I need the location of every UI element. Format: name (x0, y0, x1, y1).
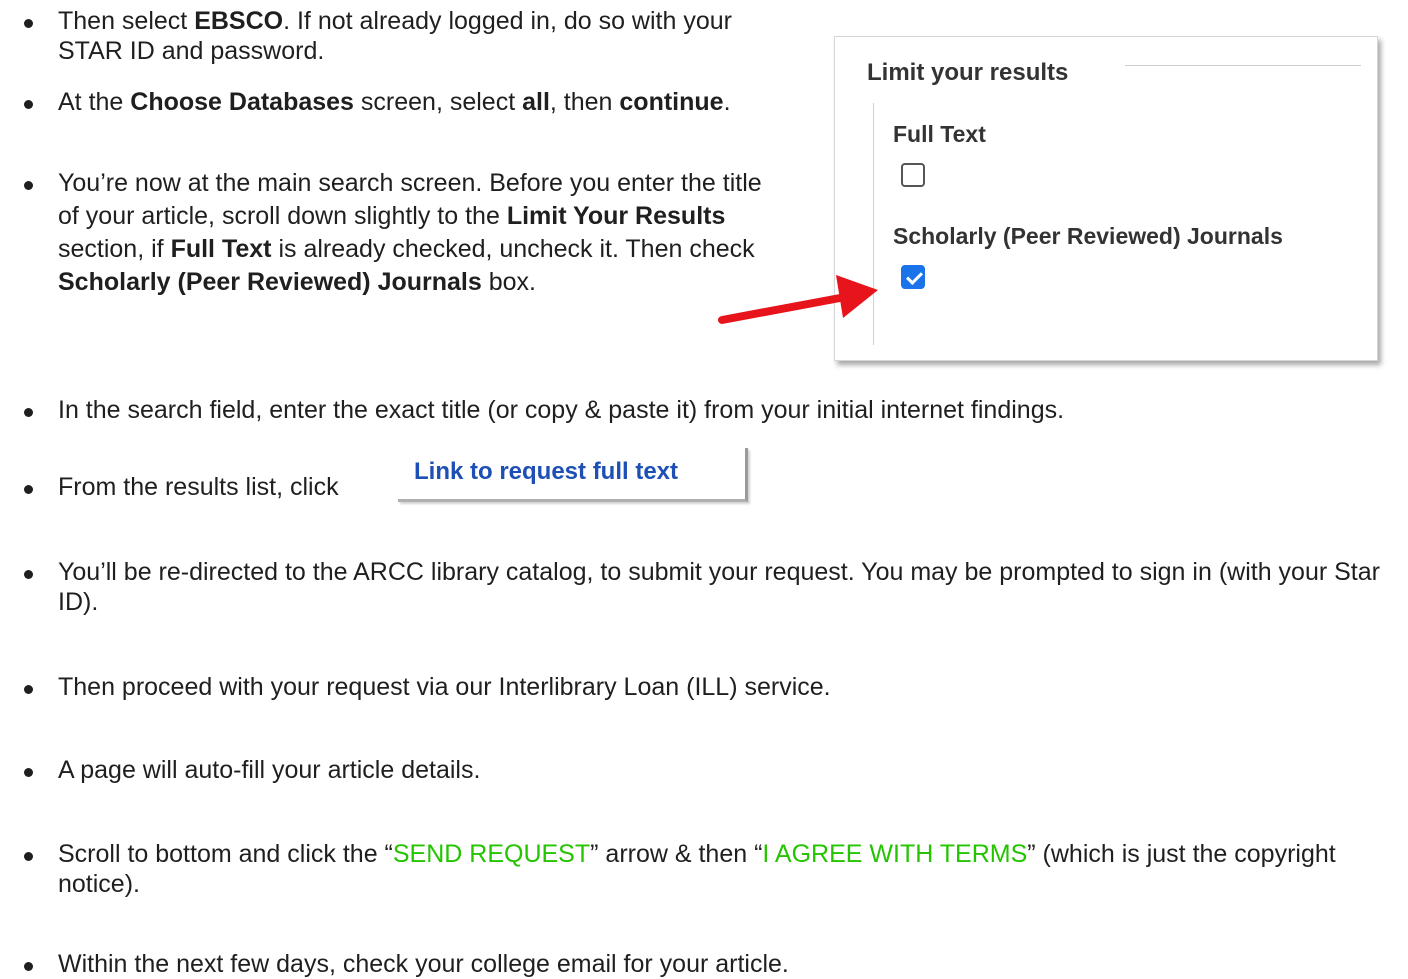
item-text: , then (549, 88, 620, 116)
list-item: From the results list, click (58, 473, 339, 501)
item-bold-text: all (522, 88, 550, 116)
list-item: A page will auto-fill your article detai… (58, 756, 481, 784)
list-item: You’ll be re-directed to the ARCC librar… (58, 558, 1380, 616)
agree-terms-text: I AGREE WITH TERMS (762, 840, 1028, 868)
send-request-text: SEND REQUEST (392, 840, 591, 868)
item-text: is already checked, uncheck it. Then che… (271, 235, 755, 263)
item-text: Scroll to bottom and click the “ (58, 840, 393, 868)
link-request-label: Link to request full text (414, 458, 679, 485)
bullet-dot (24, 768, 33, 777)
list-item: You’re now at the main search screen. Be… (58, 167, 780, 299)
bullet-dot (24, 685, 33, 694)
item-text: section, if (58, 235, 171, 263)
item-bold-text: continue (619, 88, 724, 116)
bullet-dot (24, 485, 33, 494)
item-bold-text: EBSCO (194, 7, 284, 35)
item-text: box. (481, 268, 536, 296)
list-item: Then select EBSCO. If not already logged… (58, 6, 788, 66)
bullet-dot (24, 852, 33, 861)
panel-title: Limit your results (867, 59, 1089, 87)
link-request-full-text-button[interactable]: Link to request full text (398, 448, 748, 502)
list-item: Scroll to bottom and click the “SEND REQ… (58, 839, 1398, 899)
bullet-dot (24, 181, 33, 190)
item-text: ” arrow & then “ (590, 840, 763, 868)
item-text: . (723, 88, 731, 116)
full-text-label: Full Text (893, 121, 986, 147)
item-bold-text: Scholarly (Peer Reviewed) Journals (58, 268, 482, 296)
list-item: Then proceed with your request via our I… (58, 673, 831, 701)
item-text: At the (58, 88, 131, 116)
item-bold-text: Choose Databases (130, 88, 354, 116)
list-item: In the search field, enter the exact tit… (58, 396, 1065, 424)
panel-vertical-divider (873, 103, 874, 345)
scholarly-label: Scholarly (Peer Reviewed) Journals (893, 223, 1283, 249)
bullet-dot (24, 962, 33, 971)
item-text: Then select (58, 7, 195, 35)
item-bold-text: Full Text (170, 235, 272, 263)
limit-results-panel: Limit your results Full Text Scholarly (… (834, 36, 1378, 361)
full-text-checkbox[interactable] (901, 163, 925, 187)
bullet-dot (24, 570, 33, 579)
bullet-dot (24, 100, 33, 109)
list-item: Within the next few days, check your col… (58, 950, 789, 978)
panel-divider (1125, 65, 1361, 66)
bullet-dot (24, 408, 33, 417)
scholarly-checkbox[interactable] (901, 265, 925, 289)
item-bold-text: Limit Your Results (506, 202, 726, 230)
item-text: screen, select (353, 88, 523, 116)
list-item: At the Choose Databases screen, select a… (58, 87, 788, 117)
bullet-dot (24, 19, 33, 28)
